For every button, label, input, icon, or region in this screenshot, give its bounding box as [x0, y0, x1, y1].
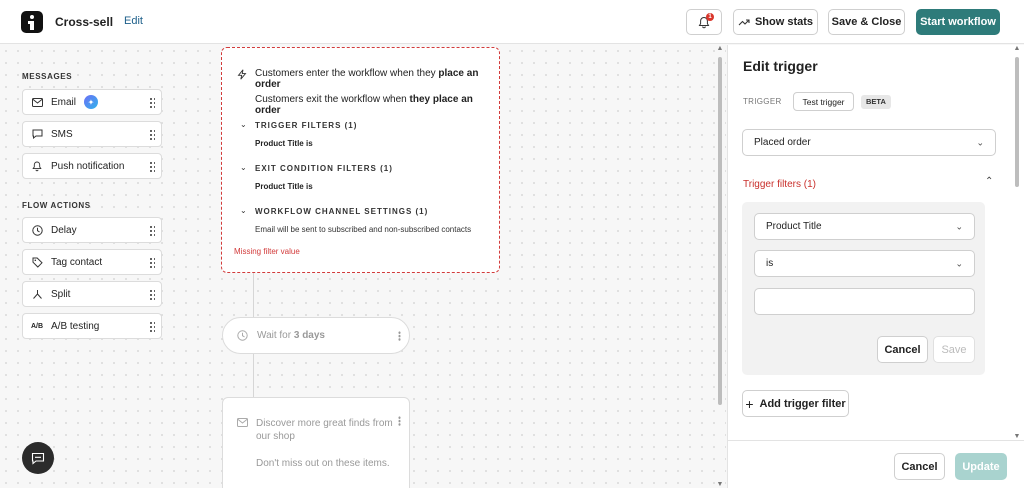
panel-scrollbar[interactable]: ▲ ▼: [1013, 45, 1021, 440]
edit-trigger-panel: Edit trigger TRIGGER Test trigger BETA P…: [727, 45, 1024, 488]
drag-handle-icon[interactable]: [149, 321, 155, 333]
exit-condition: Customers exit the workflow when they pl…: [255, 94, 473, 116]
palette-item-label: SMS: [51, 128, 73, 140]
clock-icon: [31, 224, 43, 236]
email-subject: Discover more great finds from our shop: [256, 418, 393, 442]
lightning-icon: [237, 69, 247, 83]
trigger-node[interactable]: Customers enter the workflow when they p…: [221, 47, 500, 273]
workflow-canvas[interactable]: MESSAGES Email ✦ SMS Push notification F…: [0, 45, 726, 488]
ai-sparkle-icon: ✦: [84, 95, 99, 109]
palette-item-split[interactable]: Split: [22, 281, 162, 307]
channel-settings-heading[interactable]: WORKFLOW CHANNEL SETTINGS (1): [255, 207, 428, 216]
bell-icon: [31, 161, 43, 172]
notifications-button[interactable]: 1: [686, 9, 722, 35]
chevron-down-icon[interactable]: ⌄: [240, 163, 247, 172]
drag-handle-icon[interactable]: [149, 161, 155, 173]
plus-icon: +: [745, 395, 754, 412]
filter-save-button[interactable]: Save: [933, 336, 975, 363]
filter-operator-select[interactable]: is ⌄: [754, 250, 975, 277]
missing-filter-warning: Missing filter value: [234, 247, 300, 256]
palette-item-ab-testing[interactable]: A/B A/B testing: [22, 313, 162, 339]
add-filter-label: Add trigger filter: [759, 397, 846, 410]
chevron-down-icon[interactable]: ⌄: [240, 206, 247, 215]
trigger-filters-title[interactable]: Trigger filters (1): [743, 179, 816, 190]
trigger-label: TRIGGER: [743, 97, 782, 106]
drag-handle-icon[interactable]: [149, 97, 155, 109]
filter-field-select[interactable]: Product Title ⌄: [754, 213, 975, 240]
panel-footer: Cancel Update: [728, 440, 1024, 488]
chevron-down-icon: ⌄: [955, 221, 963, 231]
flow-connector: [253, 273, 254, 317]
palette-item-label: Delay: [51, 224, 77, 236]
update-button[interactable]: Update: [955, 453, 1007, 480]
beta-badge: BETA: [861, 95, 891, 109]
drag-handle-icon[interactable]: [149, 289, 155, 301]
workflow-title: Cross-sell: [55, 15, 114, 29]
trigger-filter-summary: Product Title is: [255, 139, 313, 148]
trigger-filters-heading[interactable]: TRIGGER FILTERS (1): [255, 121, 357, 130]
drag-handle-icon[interactable]: [149, 225, 155, 237]
exit-filters-heading[interactable]: EXIT CONDITION FILTERS (1): [255, 164, 393, 173]
panel-title: Edit trigger: [743, 58, 818, 74]
trigger-event-select[interactable]: Placed order ⌄: [742, 129, 996, 156]
palette-item-label: Split: [51, 288, 71, 300]
start-workflow-button[interactable]: Start workflow: [916, 9, 1000, 35]
filter-value-input[interactable]: [754, 288, 975, 315]
add-trigger-filter-button[interactable]: + Add trigger filter: [742, 390, 849, 417]
scrollbar-thumb[interactable]: [718, 57, 722, 405]
palette-item-email[interactable]: Email ✦: [22, 89, 162, 115]
notification-badge: 1: [706, 13, 714, 21]
ab-icon: A/B: [30, 322, 44, 330]
test-trigger-button[interactable]: Test trigger: [793, 92, 854, 111]
palette-item-label: Email: [51, 96, 77, 108]
email-preview-text: Don't miss out on these items.: [256, 458, 390, 469]
palette-item-tag-contact[interactable]: Tag contact: [22, 249, 162, 275]
palette-item-delay[interactable]: Delay: [22, 217, 162, 243]
mail-icon: [31, 97, 43, 107]
filter-operator-value: is: [766, 258, 774, 269]
delay-text: Wait for 3 days: [257, 330, 325, 341]
show-stats-button[interactable]: Show stats: [733, 9, 818, 35]
messages-heading: MESSAGES: [22, 72, 73, 81]
chevron-down-icon: ⌄: [976, 137, 984, 147]
email-node[interactable]: Discover more great finds from our shop …: [222, 397, 410, 488]
tag-icon: [31, 257, 43, 268]
scrollbar-thumb[interactable]: [1015, 57, 1019, 187]
more-options-icon[interactable]: [398, 331, 401, 341]
enter-condition: Customers enter the workflow when they p…: [255, 68, 479, 90]
top-bar: Cross-sell Edit 1 Show stats Save & Clos…: [0, 0, 1024, 44]
palette-item-push-notification[interactable]: Push notification: [22, 153, 162, 179]
clock-icon: [237, 330, 248, 344]
palette-item-label: Push notification: [51, 160, 125, 172]
palette-item-label: A/B testing: [51, 320, 100, 332]
filter-field-value: Product Title: [766, 221, 822, 232]
channel-settings-note: Email will be sent to subscribed and non…: [255, 225, 472, 234]
chat-icon: [31, 129, 43, 139]
cancel-button[interactable]: Cancel: [894, 453, 945, 480]
canvas-scrollbar[interactable]: ▲ ▼: [716, 45, 724, 488]
delay-node[interactable]: Wait for 3 days: [222, 317, 410, 354]
split-icon: [31, 289, 43, 300]
save-close-button[interactable]: Save & Close: [828, 9, 905, 35]
more-options-icon[interactable]: [398, 416, 401, 426]
chevron-up-icon[interactable]: ⌃: [985, 176, 993, 187]
flow-actions-heading: FLOW ACTIONS: [22, 201, 91, 210]
exit-filter-summary: Product Title is: [255, 182, 313, 191]
trigger-event-value: Placed order: [754, 137, 811, 148]
edit-title-link[interactable]: Edit: [124, 15, 143, 27]
palette-item-label: Tag contact: [51, 256, 103, 268]
filter-cancel-button[interactable]: Cancel: [877, 336, 928, 363]
trend-icon: [738, 19, 750, 26]
chevron-down-icon: ⌄: [955, 258, 963, 268]
drag-handle-icon[interactable]: [149, 257, 155, 269]
chat-icon: [31, 452, 45, 465]
drag-handle-icon[interactable]: [149, 129, 155, 141]
palette-item-sms[interactable]: SMS: [22, 121, 162, 147]
show-stats-label: Show stats: [754, 16, 814, 28]
chevron-down-icon[interactable]: ⌄: [240, 120, 247, 129]
mail-icon: [237, 418, 248, 430]
support-chat-button[interactable]: [22, 442, 54, 474]
flow-connector: [253, 354, 254, 397]
app-logo[interactable]: [21, 11, 43, 33]
